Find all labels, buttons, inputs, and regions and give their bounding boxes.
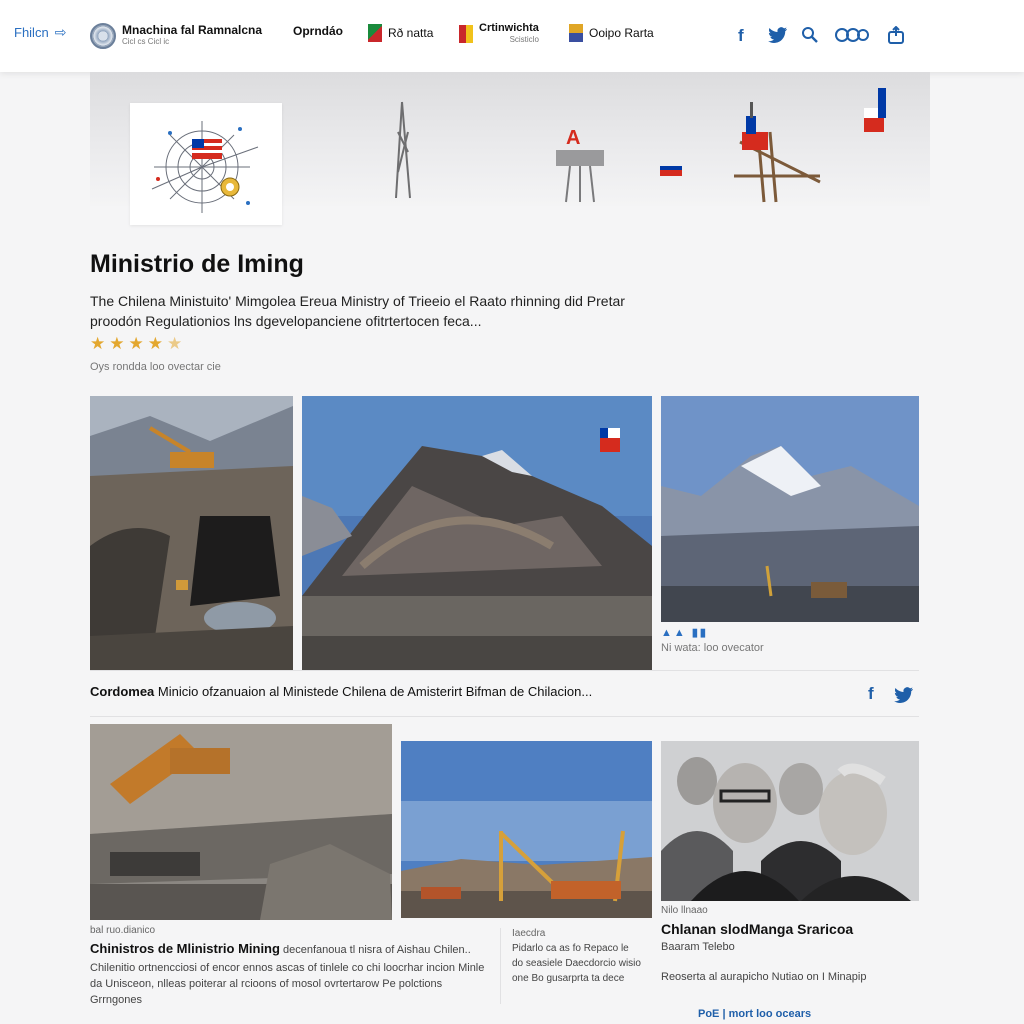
link-icon[interactable] — [834, 26, 870, 49]
nav-item-4[interactable]: Ooipo Rarta — [569, 24, 654, 42]
nav-item-2[interactable]: Rð natta — [368, 24, 433, 42]
photo-quarry-excavator[interactable] — [90, 724, 392, 920]
photo-snow-peak-drilling[interactable] — [661, 396, 919, 622]
nav-item-sublabel: Scisticlo — [509, 35, 539, 44]
card-title[interactable]: Chlanan slodManga Sraricoa — [661, 921, 919, 937]
facebook-icon[interactable]: f — [738, 26, 744, 46]
star-icon: ★ — [109, 334, 129, 353]
card-title-rest: decenfanoua tl nisra of Aishau Chilen.. — [279, 944, 471, 956]
ministry-title: Mnachina fal Ramnalcna — [122, 23, 263, 37]
photo-mountain-mine[interactable] — [302, 396, 652, 670]
section-strap: Cordomea Minicio ofzanuaion al Ministede… — [90, 684, 592, 699]
photo-tunnel-excavator[interactable] — [90, 396, 293, 670]
photo-officials-portrait[interactable] — [661, 741, 919, 901]
card-title[interactable]: Chinistros de Mlinistrio Mining — [90, 941, 280, 956]
page-title: Ministrio de Iming — [90, 250, 304, 278]
divider — [90, 716, 919, 717]
card-kicker: Nilo llnaao — [661, 905, 708, 916]
rating-note: Oys rondda loo ovectar cie — [90, 361, 221, 373]
brand-label: Fhilcn — [14, 25, 49, 40]
star-icon: ★ — [147, 334, 167, 353]
facebook-share-icon[interactable]: f — [868, 684, 874, 704]
nav-item-1[interactable]: Oprndáo — [293, 24, 343, 38]
nav-item-label: Ooipo Rarta — [589, 26, 654, 40]
photo-caption: Ni wata: loo ovecator — [661, 642, 764, 654]
card-body: Chilenitio ortnencciosi of encor ennos a… — [90, 962, 485, 1006]
top-navigation-bar: Fhilcn ⇨ Mnachina fal Ramnalcna Cicl cs … — [0, 0, 1024, 72]
card-body: Pidarlo ca as fo Repaco le do seasiele D… — [512, 943, 641, 984]
twitter-share-icon[interactable] — [894, 686, 914, 709]
rating-stars[interactable]: ★★★★★ — [90, 334, 186, 354]
column-divider — [500, 928, 501, 1004]
ministry-seal-icon — [90, 23, 116, 49]
card-body: Reoserta al aurapicho Nutiao on I Minapi… — [661, 971, 867, 983]
footer-more-link[interactable]: PoE | mort loo ocears — [698, 1008, 811, 1020]
ministry-logo-link[interactable]: Mnachina fal Ramnalcna Cicl cs Cicl ic — [90, 23, 262, 49]
star-icon: ★ — [128, 334, 148, 353]
brand-arrow-icon: ⇨ — [54, 24, 67, 40]
emblem-icon — [569, 24, 583, 42]
article-lead: The Chilena Ministuito' Mimgolea Ereua M… — [90, 293, 625, 329]
brand-link[interactable]: Fhilcn ⇨ — [14, 24, 66, 41]
share-icon[interactable] — [887, 25, 905, 49]
flag-icon — [368, 24, 382, 42]
photo-tags: ▲▲ ▮▮ — [661, 627, 708, 639]
twitter-icon[interactable] — [768, 26, 788, 49]
search-icon[interactable] — [801, 26, 819, 49]
ministry-subtitle: Cicl cs Cicl ic — [122, 37, 170, 46]
half-star-icon: ★ — [167, 334, 187, 353]
card-kicker: Iaecdra — [512, 928, 546, 939]
photo-drilling-rigs[interactable] — [401, 741, 652, 918]
divider — [90, 670, 919, 671]
nav-item-label: Oprndáo — [293, 24, 343, 38]
nav-item-label: Crtinwichta — [479, 22, 539, 34]
flag-icon — [459, 25, 473, 43]
card-subtitle: Baaram Telebo — [661, 941, 735, 953]
star-icon: ★ — [90, 334, 110, 353]
card-1-text: bal ruo.dianico Chinistros de Mlinistrio… — [90, 925, 490, 1008]
nav-item-label: Rð natta — [388, 26, 434, 40]
strap-bold: Cordomea — [90, 684, 155, 699]
ministry-emblem-card — [130, 103, 282, 225]
svg-text:A: A — [566, 127, 580, 149]
ministry-compass-emblem — [151, 121, 259, 213]
strap-text: Minicio ofzanuaion al Ministede Chilena … — [154, 684, 593, 699]
card-2-text: Iaecdra Pidarlo ca as fo Repaco le do se… — [512, 928, 642, 986]
nav-item-3[interactable]: Crtinwichta Scisticlo — [459, 22, 539, 46]
card-3-text: Nilo llnaao Chlanan slodManga Sraricoa B… — [661, 905, 919, 985]
card-kicker: bal ruo.dianico — [90, 925, 156, 936]
